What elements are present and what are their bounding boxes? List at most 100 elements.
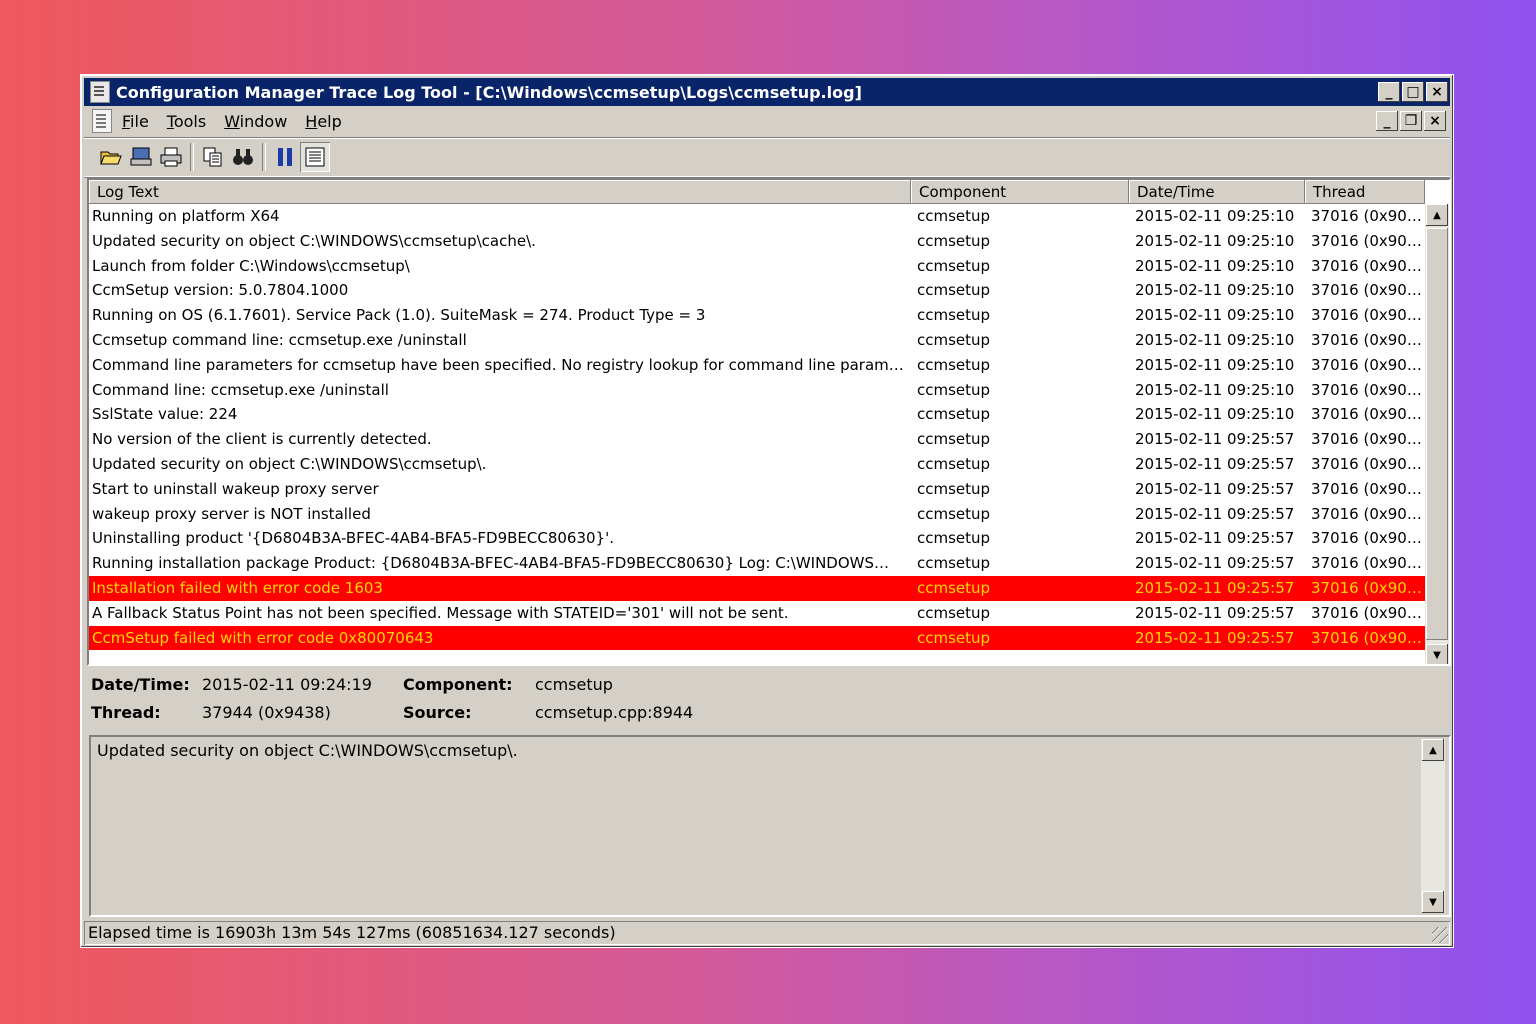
maximize-button[interactable]: □ [1402,82,1424,102]
pause-icon[interactable] [270,142,300,172]
log-text-cell: wakeup proxy server is NOT installed [92,504,371,523]
component-cell: ccmsetup [917,430,991,449]
message-scrollbar[interactable]: ▲ ▼ [1421,739,1445,913]
table-row[interactable]: Start to uninstall wakeup proxy server cc… [89,477,1425,502]
component-cell: ccmsetup [917,405,991,424]
datetime-cell: 2015-02-11 09:25:10 [1135,330,1295,349]
table-row[interactable]: Launch from folder C:\Windows\ccmsetup\ c… [89,254,1425,279]
table-row[interactable]: wakeup proxy server is NOT installed ccms… [89,502,1425,527]
print-icon[interactable] [156,142,186,172]
component-cell: ccmsetup [917,380,991,399]
log-text-cell: CcmSetup version: 5.0.7804.1000 [92,281,349,300]
log-list[interactable]: Log Text Component Date/Time Thread Runn… [87,178,1451,666]
datetime-cell: 2015-02-11 09:25:10 [1135,256,1295,275]
table-row[interactable]: No version of the client is currently de… [89,427,1425,452]
log-text-cell: Command line: ccmsetup.exe /uninstall [92,380,389,399]
log-text-cell: Running on platform X64 [92,207,280,225]
resize-grip-icon[interactable] [1432,927,1448,943]
table-row[interactable]: Running on platform X64 ccmsetup 2015-02-1… [89,204,1425,229]
app-icon [90,81,110,103]
component-cell: ccmsetup [917,330,991,349]
log-list-body: Running on platform X64 ccmsetup 2015-02-1… [89,204,1425,651]
component-cell: ccmsetup [917,578,991,597]
datetime-cell: 2015-02-11 09:25:10 [1135,380,1295,399]
table-row[interactable]: Running on OS (6.1.7601). Service Pack (… [89,303,1425,328]
table-row[interactable]: CcmSetup version: 5.0.7804.1000 ccmsetup 2… [89,278,1425,303]
log-text-cell: Installation failed with error code 1603 [92,578,383,597]
title-bar[interactable]: Configuration Manager Trace Log Tool - [… [84,78,1450,106]
table-row-error[interactable]: CcmSetup failed with error code 0x800706… [89,625,1425,651]
component-cell: ccmsetup [917,454,991,473]
log-list-scrollbar[interactable]: ▲ ▼ [1425,204,1449,664]
table-row[interactable]: A Fallback Status Point has not been spe… [89,601,1425,626]
copy-icon[interactable] [198,142,228,172]
log-text-cell: Command line parameters for ccmsetup hav… [92,355,911,374]
table-row-error[interactable]: Installation failed with error code 1603… [89,575,1425,601]
table-row[interactable]: Uninstalling product '{D6804B3A-BFEC-4AB… [89,526,1425,551]
thread-cell: 37016 (0x9098) [1311,405,1425,424]
child-minimize-button[interactable]: _ [1376,111,1398,131]
thread-cell: 37016 (0x9098) [1311,554,1425,573]
scroll-up-icon[interactable]: ▲ [1426,204,1448,226]
menu-file[interactable]: File [122,112,149,131]
datetime-cell: 2015-02-11 09:25:57 [1135,454,1295,473]
app-window: Configuration Manager Trace Log Tool - [… [80,74,1454,948]
component-cell: ccmsetup [917,529,991,548]
toolbar [84,137,1450,177]
datetime-cell: 2015-02-11 09:25:57 [1135,430,1295,449]
thread-cell: 37016 (0x9098) [1311,578,1425,597]
open-icon[interactable] [96,142,126,172]
log-text-cell: Updated security on object C:\WINDOWS\cc… [92,231,536,250]
table-row[interactable]: Command line parameters for ccmsetup hav… [89,353,1425,378]
component-cell: ccmsetup [917,306,991,325]
scroll-thumb[interactable] [1426,228,1448,640]
source-label: Source: [403,703,472,722]
source-value: ccmsetup.cpp:8944 [535,703,694,722]
column-header-datetime[interactable]: Date/Time [1129,180,1305,204]
thread-cell: 37016 (0x9098) [1311,256,1425,275]
log-text-cell: SslState value: 224 [92,405,238,424]
print-setup-icon[interactable] [126,142,156,172]
table-row[interactable]: Ccmsetup command line: ccmsetup.exe /uni… [89,328,1425,353]
table-row[interactable]: Updated security on object C:\WINDOWS\cc… [89,452,1425,477]
datetime-cell: 2015-02-11 09:25:10 [1135,355,1295,374]
menu-bar: File Tools Window Help _ ❐ × [84,107,1450,135]
menu-help[interactable]: Help [305,112,341,131]
thread-cell: 37016 (0x9098) [1311,603,1425,622]
table-row[interactable]: Running installation package Product: {D… [89,551,1425,576]
scroll-down-icon[interactable]: ▼ [1422,891,1444,913]
column-header-component[interactable]: Component [911,180,1129,204]
filter-icon[interactable] [300,142,330,172]
child-restore-button[interactable]: ❐ [1400,111,1422,131]
message-text: Updated security on object C:\WINDOWS\cc… [97,741,518,760]
thread-cell: 37016 (0x9098) [1311,504,1425,523]
thread-cell: 37016 (0x9098) [1311,430,1425,449]
datetime-cell: 2015-02-11 09:25:10 [1135,207,1295,225]
log-text-cell: Updated security on object C:\WINDOWS\cc… [92,454,487,473]
toolbar-separator [190,143,194,171]
menu-window[interactable]: Window [224,112,287,131]
component-cell: ccmsetup [917,355,991,374]
menu-tools[interactable]: Tools [167,112,206,131]
column-header-log-text[interactable]: Log Text [89,180,911,204]
log-text-cell: Running on OS (6.1.7601). Service Pack (… [92,306,706,325]
log-text-cell: No version of the client is currently de… [92,430,432,449]
table-row[interactable]: Command line: ccmsetup.exe /uninstall ccm… [89,378,1425,403]
find-icon[interactable] [228,142,258,172]
datetime-cell: 2015-02-11 09:25:10 [1135,405,1295,424]
scroll-up-icon[interactable]: ▲ [1422,739,1444,761]
table-row[interactable]: SslState value: 224 ccmsetup 2015-02-11 09… [89,402,1425,427]
close-button[interactable]: × [1426,82,1448,102]
datetime-value: 2015-02-11 09:24:19 [202,675,372,694]
message-textbox[interactable]: Updated security on object C:\WINDOWS\cc… [89,735,1451,917]
datetime-cell: 2015-02-11 09:25:57 [1135,603,1295,622]
component-cell: ccmsetup [917,628,991,647]
table-row[interactable]: Updated security on object C:\WINDOWS\cc… [89,229,1425,254]
scroll-down-icon[interactable]: ▼ [1426,644,1448,664]
document-icon[interactable] [92,109,112,133]
child-close-button[interactable]: × [1424,111,1446,131]
datetime-cell: 2015-02-11 09:25:57 [1135,628,1295,647]
datetime-cell: 2015-02-11 09:25:10 [1135,281,1295,300]
minimize-button[interactable]: _ [1378,82,1400,102]
column-header-thread[interactable]: Thread [1305,180,1425,204]
